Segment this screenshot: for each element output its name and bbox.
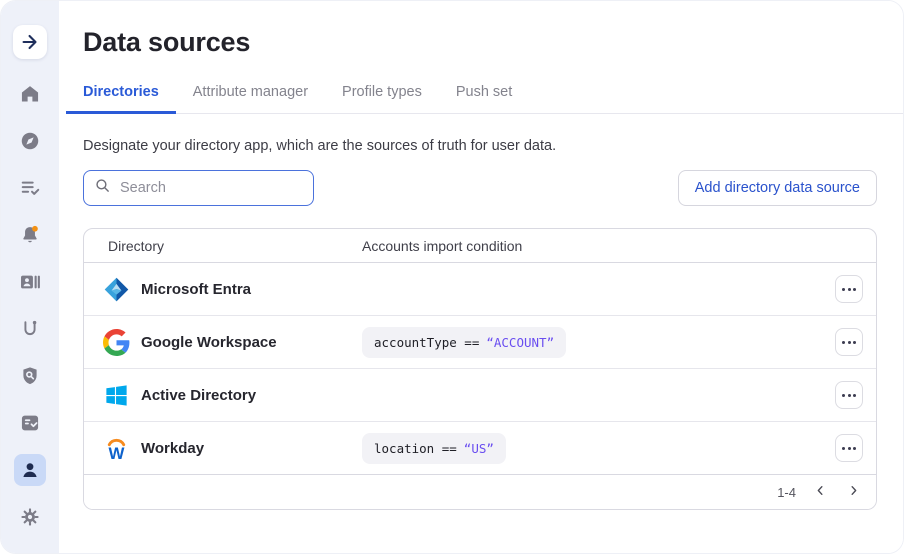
shield-search-icon (23, 367, 37, 385)
tab-attribute-manager[interactable]: Attribute manager (176, 78, 325, 114)
sidebar-item-contacts[interactable] (14, 266, 46, 298)
tab-profile-types[interactable]: Profile types (325, 78, 439, 114)
row-menu-button[interactable] (835, 328, 863, 356)
import-condition-chip: accountType == “ACCOUNT” (362, 326, 567, 358)
table-row[interactable]: Microsoft Entra (84, 263, 876, 316)
arrow-right-icon (22, 34, 37, 50)
table-header-row: Directory Accounts import condition (84, 229, 876, 263)
pagination-prev-button[interactable] (812, 482, 829, 502)
table-row[interactable]: W Workday location == “US” (84, 422, 876, 475)
column-header-accounts-import-condition: Accounts import condition (362, 237, 523, 254)
svg-text:W: W (108, 444, 124, 462)
contact-card-icon (21, 275, 40, 289)
sidebar-item-launcher[interactable] (13, 25, 47, 59)
chevron-right-icon (851, 486, 857, 495)
pagination-next-button[interactable] (845, 482, 862, 502)
app-window: Data sources Directories Attribute manage… (0, 0, 904, 554)
add-directory-data-source-button[interactable]: Add directory data source (677, 170, 877, 206)
list-check-icon (21, 181, 40, 195)
row-menu-button[interactable] (835, 275, 863, 303)
table-row[interactable]: Google Workspace accountType == “ACCOUNT” (84, 316, 876, 369)
page-title: Data sources (83, 27, 251, 57)
directory-name: Active Directory (141, 386, 257, 404)
directory-name: Google Workspace (141, 333, 277, 351)
pagination-range: 1-4 (777, 484, 796, 500)
sidebar-item-explore[interactable] (14, 125, 46, 157)
chevron-right-icon-slot (847, 484, 860, 500)
compass-icon (21, 132, 39, 150)
table-row[interactable]: Active Directory (84, 369, 876, 422)
home-icon (21, 86, 39, 102)
search-box[interactable] (83, 170, 314, 206)
sidebar-item-notifications[interactable] (14, 219, 46, 251)
workday-logo: W (107, 438, 125, 462)
tab-directories[interactable]: Directories (66, 78, 176, 114)
directory-name: Microsoft Entra (141, 280, 252, 298)
ellipsis-icon (842, 393, 845, 397)
page-description: Designate your directory app, which are … (83, 138, 557, 154)
directory-name: Workday (141, 439, 205, 457)
bell-icon (23, 225, 38, 243)
sidebar-item-workflows[interactable] (14, 313, 46, 345)
tab-push-set[interactable]: Push set (439, 78, 529, 114)
chevron-left-icon-slot (814, 484, 827, 500)
search-icon-slot (94, 177, 111, 199)
windows-logo (105, 384, 127, 406)
sidebar-item-security[interactable] (14, 360, 46, 392)
main-content: Data sources Directories Attribute manage… (59, 1, 903, 553)
task-card-icon (21, 415, 39, 431)
tab-bar: Directories Attribute manager Profile type… (66, 78, 903, 114)
import-condition-chip: location == “US” (362, 432, 506, 464)
route-icon (24, 320, 37, 336)
sidebar (1, 1, 59, 553)
row-menu-button[interactable] (835, 381, 863, 409)
gear-icon (21, 508, 39, 526)
table-footer: 1-4 (84, 475, 876, 509)
ellipsis-icon (842, 287, 845, 291)
person-icon (23, 463, 37, 478)
sidebar-item-home[interactable] (14, 78, 46, 110)
ellipsis-icon (842, 446, 845, 450)
column-header-directory: Directory (108, 237, 165, 254)
row-menu-button[interactable] (835, 434, 863, 462)
controls-row: Add directory data source (83, 170, 877, 206)
directories-table: Directory Accounts import condition Micr… (83, 228, 877, 510)
google-logo (102, 328, 129, 356)
chevron-left-icon (817, 486, 823, 495)
search-icon (96, 179, 109, 192)
ellipsis-icon (842, 340, 845, 344)
sidebar-item-settings[interactable] (14, 501, 46, 533)
sidebar-item-tasks[interactable] (14, 172, 46, 204)
microsoft-entra-logo (104, 277, 128, 301)
table-body: Microsoft Entra Google Workspace account… (84, 263, 876, 475)
sidebar-item-people[interactable] (14, 454, 46, 486)
search-input[interactable] (120, 180, 307, 196)
sidebar-item-reviews[interactable] (14, 407, 46, 439)
